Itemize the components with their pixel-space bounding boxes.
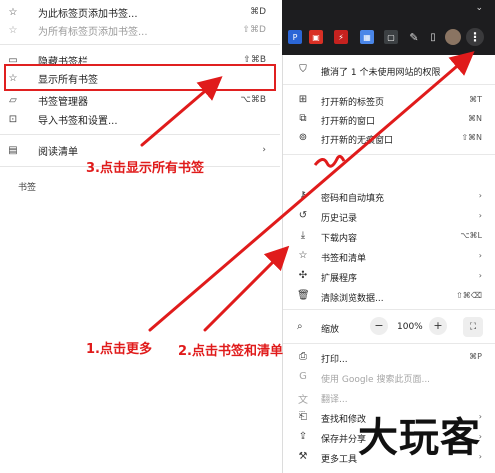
- watermark: 大玩客: [358, 414, 481, 461]
- arrow-step3: [140, 76, 223, 147]
- annotation-arrows: [140, 51, 475, 332]
- annotation-step2: 2.点击书签和清单: [178, 344, 283, 359]
- annotation-step1: 1.点击更多: [86, 342, 152, 357]
- scribble-mark: [313, 154, 346, 168]
- arrow-step2: [203, 245, 290, 332]
- annotation-step3: 3.点击显示所有书签: [86, 161, 204, 176]
